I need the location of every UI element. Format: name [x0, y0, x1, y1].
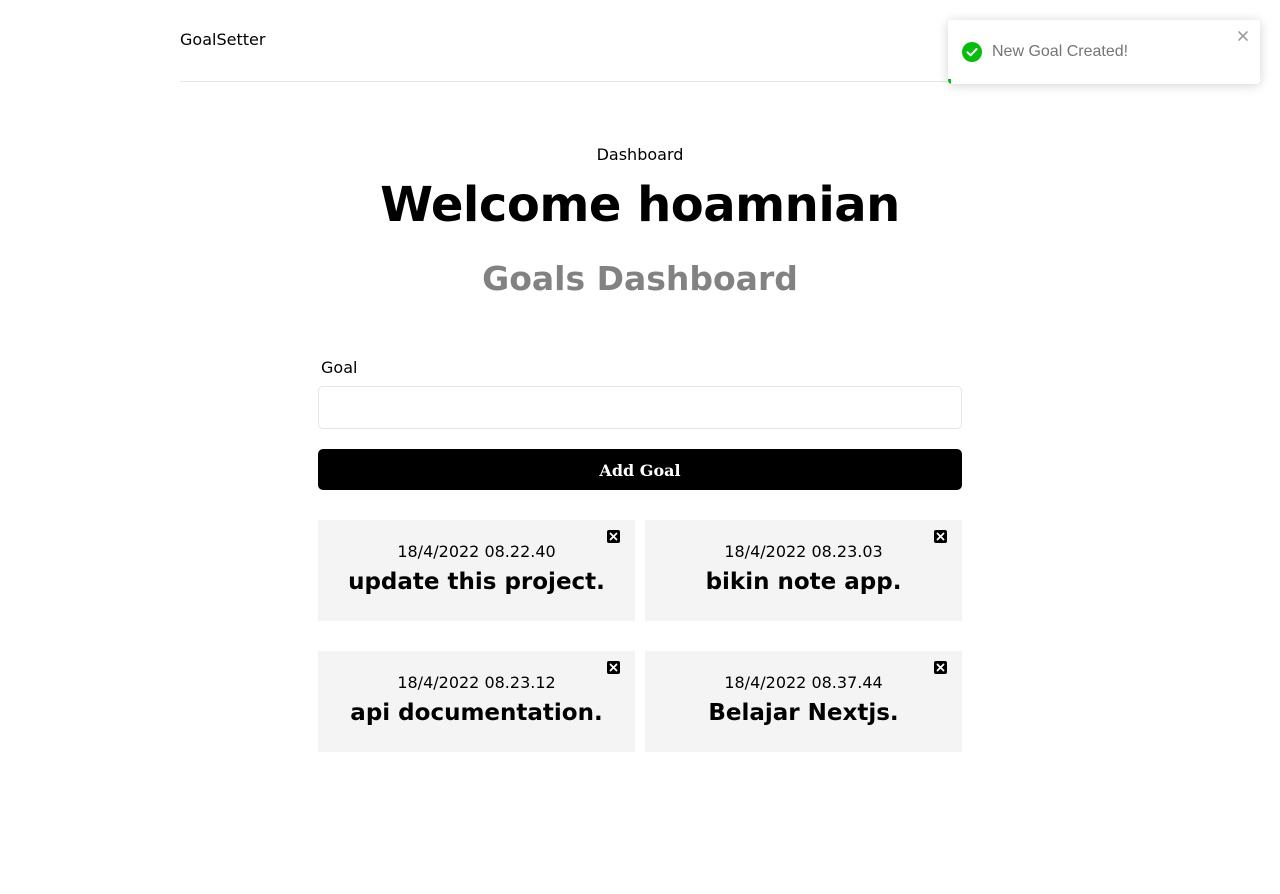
- goal-text: Belajar Nextjs.: [708, 700, 899, 726]
- toast-message: New Goal Created!: [992, 43, 1129, 60]
- goal-input[interactable]: [318, 386, 962, 429]
- close-icon: [609, 532, 618, 541]
- goal-date: 18/4/2022 08.23.03: [724, 542, 883, 561]
- toast-close-button[interactable]: [1236, 28, 1250, 44]
- delete-goal-button[interactable]: [934, 530, 947, 543]
- delete-goal-button[interactable]: [607, 530, 620, 543]
- goal-date: 18/4/2022 08.22.40: [397, 542, 556, 561]
- close-icon: [936, 663, 945, 672]
- goal-card: 18/4/2022 08.23.12 api documentation.: [318, 651, 635, 752]
- delete-goal-button[interactable]: [607, 661, 620, 674]
- brand-link[interactable]: GoalSetter: [180, 30, 265, 50]
- close-icon: [936, 532, 945, 541]
- goal-text: bikin note app.: [705, 569, 902, 595]
- page-title: Welcome hoamnian: [380, 177, 900, 233]
- goal-text: update this project.: [348, 569, 605, 595]
- check-circle-icon: [962, 42, 982, 62]
- delete-goal-button[interactable]: [934, 661, 947, 674]
- toast-progress-bar: [948, 79, 952, 84]
- goal-card: 18/4/2022 08.23.03 bikin note app.: [645, 520, 962, 621]
- add-goal-button[interactable]: Add Goal: [318, 449, 962, 490]
- goal-date: 18/4/2022 08.23.12: [397, 673, 556, 692]
- goal-label: Goal: [321, 358, 358, 377]
- close-icon: [609, 663, 618, 672]
- goal-date: 18/4/2022 08.37.44: [724, 673, 883, 692]
- goal-card: 18/4/2022 08.22.40 update this project.: [318, 520, 635, 621]
- success-toast[interactable]: New Goal Created!: [948, 20, 1260, 84]
- goal-text: api documentation.: [350, 700, 603, 726]
- page-subtitle: Goals Dashboard: [482, 259, 798, 298]
- close-icon: [1238, 31, 1248, 41]
- goal-card: 18/4/2022 08.37.44 Belajar Nextjs.: [645, 651, 962, 752]
- page-crumb: Dashboard: [596, 145, 684, 164]
